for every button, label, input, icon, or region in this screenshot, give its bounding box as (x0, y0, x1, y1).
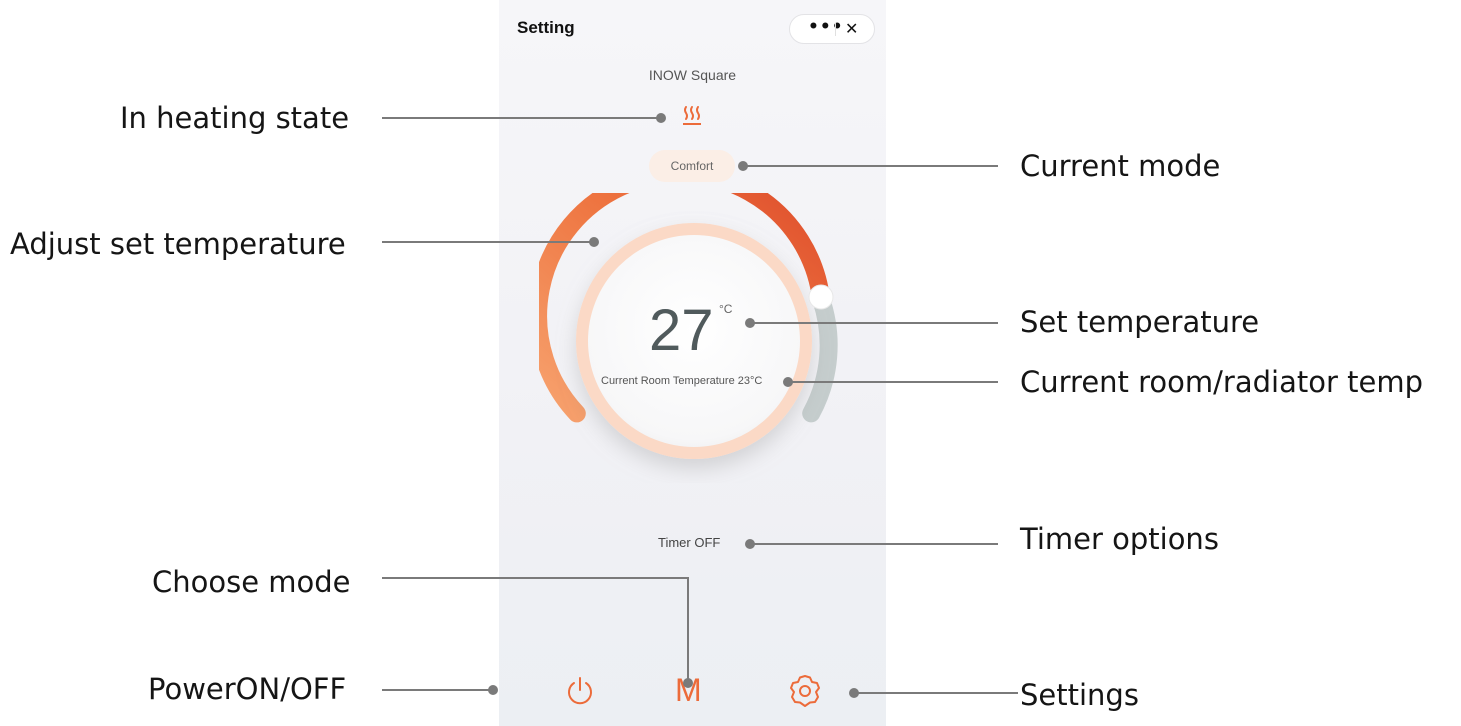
leader-current-mode (742, 165, 998, 167)
leader-adjust-temp (382, 241, 594, 243)
page-title: Setting (517, 18, 575, 37)
dial-handle (808, 284, 834, 310)
leader-dot (745, 318, 755, 328)
app-screen: Setting ••• ✕ INOW Square Comfort 27 °C … (499, 0, 886, 726)
leader-dot (488, 685, 498, 695)
dial-track (802, 290, 838, 423)
leader-dot (783, 377, 793, 387)
room-temperature: Current Room Temperature 23°C (601, 375, 763, 387)
leader-set-temperature (750, 322, 998, 324)
capsule-divider (835, 23, 836, 36)
label-adjust-set-temp: Adjust set temperature (10, 227, 346, 261)
power-icon[interactable] (565, 674, 595, 708)
set-temperature: 27 (649, 298, 714, 363)
device-name: INOW Square (648, 67, 737, 83)
label-heating-state: In heating state (120, 101, 350, 135)
label-current-mode: Current mode (1020, 149, 1221, 183)
leader-room-temp (788, 381, 998, 383)
label-power: PowerON/OFF (148, 672, 347, 706)
leader-choose-mode-drop (687, 577, 689, 683)
leader-settings (858, 692, 1018, 694)
temperature-unit: °C (719, 302, 733, 316)
label-set-temperature: Set temperature (1020, 305, 1260, 339)
leader-dot (745, 539, 755, 549)
label-settings: Settings (1020, 678, 1139, 712)
leader-timer (750, 543, 998, 545)
leader-dot (849, 688, 859, 698)
leader-dot (738, 161, 748, 171)
leader-dot (683, 678, 693, 688)
leader-dot (656, 113, 666, 123)
leader-choose-mode (382, 577, 689, 579)
leader-dot (589, 237, 599, 247)
current-mode-badge: Comfort (649, 150, 735, 182)
leader-power (382, 689, 494, 691)
heating-waves-icon (683, 106, 701, 125)
leader-heating-state (382, 117, 662, 119)
mini-program-capsule: ••• ✕ (789, 14, 875, 44)
close-button[interactable]: ✕ (845, 19, 858, 38)
label-room-radiator-temp: Current room/radiator temp (1020, 365, 1423, 399)
more-button[interactable]: ••• (808, 17, 844, 37)
gear-icon[interactable] (787, 674, 823, 708)
label-choose-mode: Choose mode (152, 565, 351, 599)
label-timer-options: Timer options (1020, 522, 1219, 556)
timer-status[interactable]: Timer OFF (658, 535, 720, 550)
